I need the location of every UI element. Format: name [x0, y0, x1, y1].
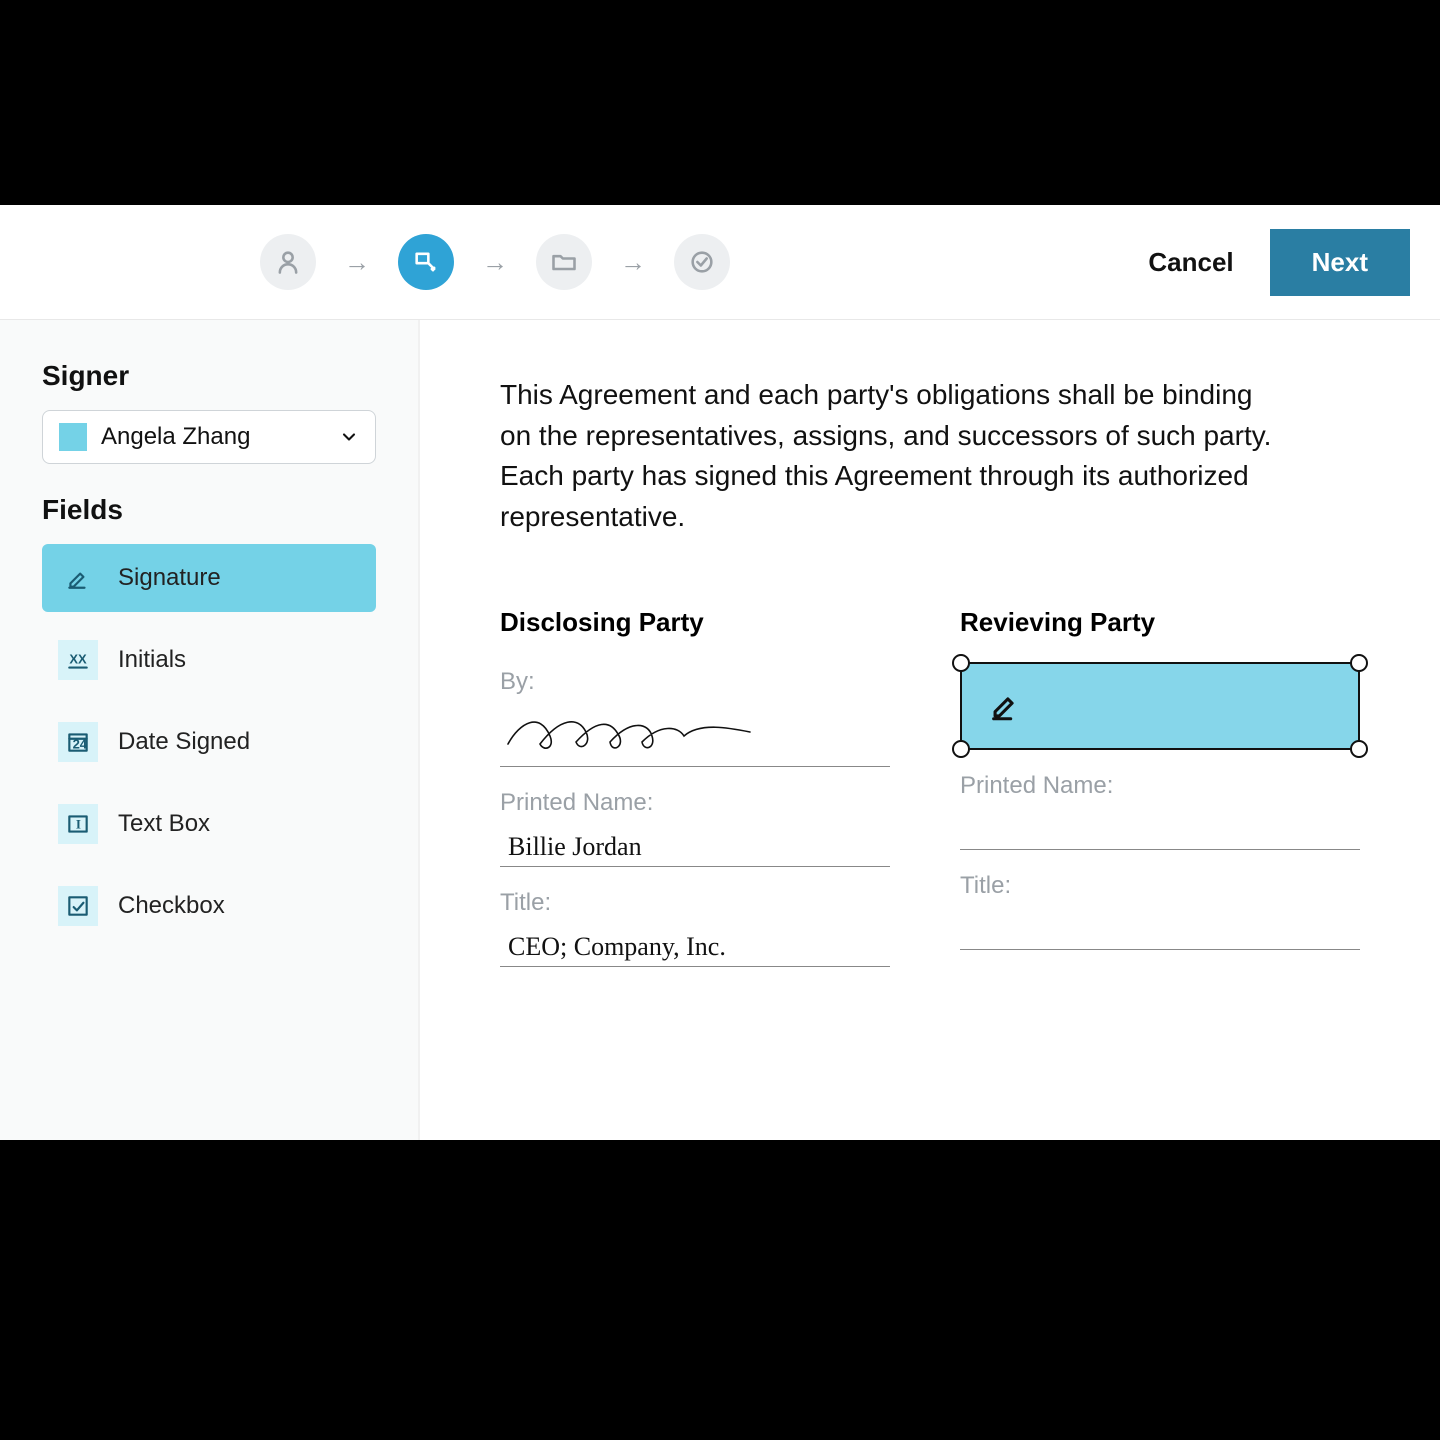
signer-dropdown[interactable]: Angela Zhang [42, 410, 376, 464]
title-line[interactable] [960, 906, 1360, 950]
field-option-checkbox[interactable]: Checkbox [42, 872, 376, 940]
calendar-icon: 24 [58, 722, 98, 762]
chevron-down-icon [339, 427, 359, 447]
next-button[interactable]: Next [1270, 229, 1410, 296]
field-label: Initials [118, 646, 186, 674]
field-option-text-box[interactable]: I Text Box [42, 790, 376, 858]
field-label: Checkbox [118, 892, 225, 920]
signer-heading: Signer [42, 360, 376, 392]
arrow-icon: → [344, 247, 370, 278]
signature-icon [58, 558, 98, 598]
field-option-signature[interactable]: Signature [42, 544, 376, 612]
svg-text:I: I [76, 816, 81, 831]
title-label: Title: [500, 889, 890, 917]
arrow-icon: → [620, 247, 646, 278]
by-label: By: [500, 668, 890, 696]
resize-handle-tl[interactable] [952, 654, 970, 672]
field-option-date-signed[interactable]: 24 Date Signed [42, 708, 376, 776]
field-label: Signature [118, 564, 221, 592]
sidebar: Signer Angela Zhang Fields Signature XX [0, 320, 420, 1140]
printed-name-line[interactable] [960, 806, 1360, 850]
step-people[interactable] [260, 234, 316, 290]
resize-handle-tr[interactable] [1350, 654, 1368, 672]
printed-name-label: Printed Name: [500, 789, 890, 817]
handwritten-signature [500, 702, 760, 762]
step-place-fields[interactable] [398, 234, 454, 290]
svg-text:XX: XX [69, 651, 87, 666]
placed-signature-field[interactable] [960, 662, 1360, 750]
arrow-icon: → [482, 247, 508, 278]
document-canvas[interactable]: This Agreement and each party's obligati… [420, 320, 1440, 1140]
title-value: CEO; Company, Inc. [500, 932, 726, 962]
title-line: CEO; Company, Inc. [500, 923, 890, 967]
printed-name-label: Printed Name: [960, 772, 1360, 800]
signer-name: Angela Zhang [101, 423, 325, 451]
field-label: Date Signed [118, 728, 250, 756]
disclosing-party-block: Disclosing Party By: Printed Name: Billi… [500, 607, 890, 967]
title-label: Title: [960, 872, 1360, 900]
initials-icon: XX [58, 640, 98, 680]
textbox-icon: I [58, 804, 98, 844]
printed-name-line: Billie Jordan [500, 823, 890, 867]
field-label: Text Box [118, 810, 210, 838]
step-confirm[interactable] [674, 234, 730, 290]
step-indicator: → → → [260, 234, 730, 290]
field-option-initials[interactable]: XX Initials [42, 626, 376, 694]
signature-line [500, 702, 890, 767]
checkbox-icon [58, 886, 98, 926]
disclosing-party-heading: Disclosing Party [500, 607, 890, 638]
signature-icon [988, 689, 1022, 723]
svg-text:24: 24 [73, 737, 88, 752]
cancel-button[interactable]: Cancel [1148, 247, 1233, 278]
wizard-topbar: → → → Cancel Next [0, 205, 1440, 320]
printed-name-value: Billie Jordan [500, 832, 642, 862]
signer-color-swatch [59, 423, 87, 451]
receiving-party-block: Revieving Party Printed Name: Title: [960, 607, 1360, 967]
receiving-party-heading: Revieving Party [960, 607, 1360, 638]
step-folder[interactable] [536, 234, 592, 290]
resize-handle-br[interactable] [1350, 740, 1368, 758]
resize-handle-bl[interactable] [952, 740, 970, 758]
fields-heading: Fields [42, 494, 376, 526]
agreement-paragraph: This Agreement and each party's obligati… [500, 375, 1280, 537]
